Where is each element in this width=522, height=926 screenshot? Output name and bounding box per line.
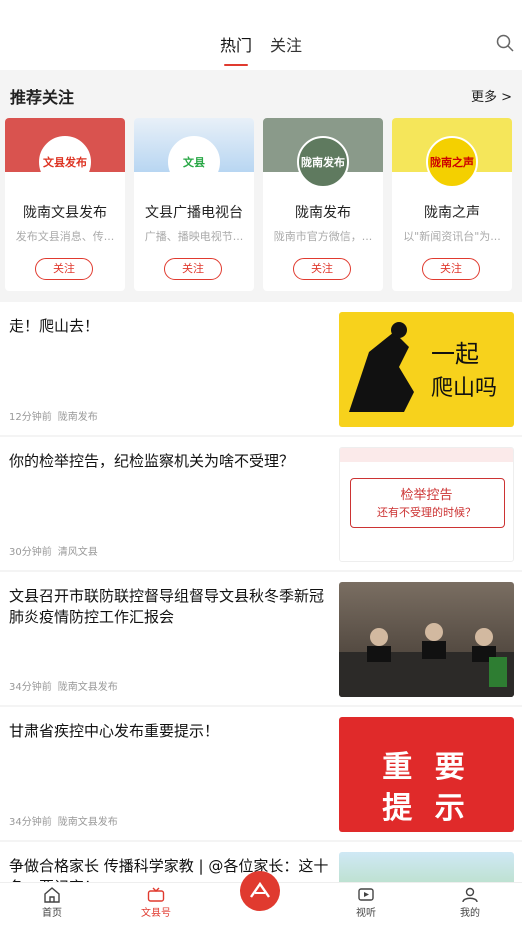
- nav-label: 视听: [356, 908, 376, 919]
- header-tabs: 热门 关注: [220, 32, 302, 66]
- tab-follow[interactable]: 关注: [270, 32, 302, 64]
- thumb-text: 检举控告: [400, 488, 453, 503]
- news-time: 34分钟前: [9, 682, 52, 693]
- recommend-cards: 文县发布 陇南文县发布 发布文县消息、传... 关注 文县 文县广播电视台 广播…: [5, 118, 512, 291]
- follow-button[interactable]: 关注: [164, 258, 222, 280]
- news-meta: 30分钟前 清风文县: [9, 543, 98, 558]
- more-link[interactable]: 更多 >: [471, 86, 512, 105]
- center-logo-button[interactable]: [240, 871, 280, 911]
- nav-label: 文县号: [141, 908, 171, 919]
- news-title: 走！爬山去！: [9, 317, 100, 335]
- news-item[interactable]: 你的检举控告，纪检监察机关为啥不受理？ 30分钟前 清风文县 检举控告 还有不受理…: [0, 437, 522, 570]
- bottom-nav: 首页 文县号 视听 我的: [0, 871, 522, 926]
- recommend-title: 推荐关注: [10, 88, 75, 107]
- news-meta: 12分钟前 陇南发布: [9, 408, 98, 423]
- thumb-text: 提 示: [382, 791, 471, 826]
- meeting-photo: [339, 623, 514, 697]
- account-desc: 陇南市官方微信，...: [273, 230, 373, 243]
- account-card[interactable]: 陇南之声 陇南之声 以"新闻资讯台"为... 关注: [392, 118, 512, 291]
- account-card[interactable]: 陇南发布 陇南发布 陇南市官方微信，... 关注: [263, 118, 383, 291]
- news-source: 陇南文县发布: [57, 817, 118, 828]
- news-title: 你的检举控告，纪检监察机关为啥不受理？: [9, 452, 295, 470]
- news-thumbnail: 检举控告 还有不受理的时候？: [339, 447, 514, 562]
- news-thumbnail: 一起 爬山吗: [339, 312, 514, 427]
- thumb-header: [340, 448, 513, 462]
- news-thumbnail: [339, 852, 514, 882]
- news-title: 文县召开市联防联控督导组督导文县秋冬季新冠肺炎疫情防控工作汇报会: [9, 587, 325, 626]
- recommend-section: 推荐关注 更多 > 文县发布 陇南文县发布 发布文县消息、传... 关注 文县 …: [0, 70, 522, 302]
- news-meta: 34分钟前 陇南文县发布: [9, 813, 118, 828]
- avatar-text: 陇南发布: [301, 156, 345, 169]
- account-desc: 以"新闻资讯台"为...: [403, 230, 501, 243]
- follow-button[interactable]: 关注: [35, 258, 93, 280]
- news-title: 甘肃省疾控中心发布重要提示！: [9, 722, 220, 740]
- news-time: 30分钟前: [9, 547, 52, 558]
- news-thumbnail: [339, 582, 514, 697]
- tab-hot[interactable]: 热门: [220, 32, 252, 66]
- thumb-text: 还有不受理的时候？: [377, 506, 476, 519]
- account-avatar: 文县发布: [39, 136, 91, 188]
- news-thumbnail: 重 要 提 示: [339, 717, 514, 832]
- nav-label: 首页: [42, 908, 62, 919]
- account-name: 陇南之声: [424, 205, 480, 221]
- top-header: 热门 关注: [0, 0, 522, 70]
- avatar-text: 文县: [183, 156, 205, 169]
- account-avatar: 文县: [168, 136, 220, 188]
- play-icon: [358, 888, 374, 901]
- follow-button[interactable]: 关注: [422, 258, 480, 280]
- news-source: 清风文县: [57, 547, 98, 558]
- account-name: 陇南发布: [295, 205, 351, 221]
- thumb-text: 一起: [431, 340, 479, 368]
- avatar-text: 陇南之声: [430, 156, 474, 169]
- news-item[interactable]: 甘肃省疾控中心发布重要提示！ 34分钟前 陇南文县发布 重 要 提 示: [0, 707, 522, 840]
- account-avatar: 陇南发布: [297, 136, 349, 188]
- avatar-text: 文县发布: [43, 156, 87, 169]
- search-icon[interactable]: [496, 34, 514, 52]
- news-time: 12分钟前: [9, 412, 52, 423]
- follow-button[interactable]: 关注: [293, 258, 351, 280]
- account-name: 陇南文县发布: [23, 205, 107, 221]
- account-avatar: 陇南之声: [426, 136, 478, 188]
- news-time: 34分钟前: [9, 817, 52, 828]
- account-card[interactable]: 文县 文县广播电视台 广播、播映电视节... 关注: [134, 118, 254, 291]
- account-name: 文县广播电视台: [145, 205, 243, 221]
- nav-label: 我的: [460, 908, 480, 919]
- news-title: 争做合格家长 传播科学家教 | @各位家长：这十条，要记牢！: [9, 857, 329, 882]
- nav-home[interactable]: 首页: [22, 887, 82, 919]
- news-meta: 34分钟前 陇南文县发布: [9, 678, 118, 693]
- user-icon: [462, 887, 478, 903]
- news-source: 陇南文县发布: [57, 682, 118, 693]
- home-icon: [44, 887, 60, 903]
- news-item[interactable]: 走！爬山去！ 12分钟前 陇南发布 一起 爬山吗: [0, 302, 522, 435]
- news-source: 陇南发布: [57, 412, 98, 423]
- account-desc: 广播、播映电视节...: [144, 230, 244, 243]
- logo-icon: [250, 881, 270, 898]
- nav-video[interactable]: 视听: [336, 887, 396, 919]
- news-item[interactable]: 文县召开市联防联控督导组督导文县秋冬季新冠肺炎疫情防控工作汇报会 34分钟前 陇南…: [0, 572, 522, 705]
- account-desc: 发布文县消息、传...: [15, 230, 115, 243]
- tv-icon: [147, 887, 165, 902]
- account-card[interactable]: 文县发布 陇南文县发布 发布文县消息、传... 关注: [5, 118, 125, 291]
- thumb-text: 爬山吗: [431, 376, 498, 401]
- nav-mine[interactable]: 我的: [440, 887, 500, 919]
- nav-wenxian[interactable]: 文县号: [126, 887, 186, 919]
- thumb-text: 重 要: [382, 750, 471, 785]
